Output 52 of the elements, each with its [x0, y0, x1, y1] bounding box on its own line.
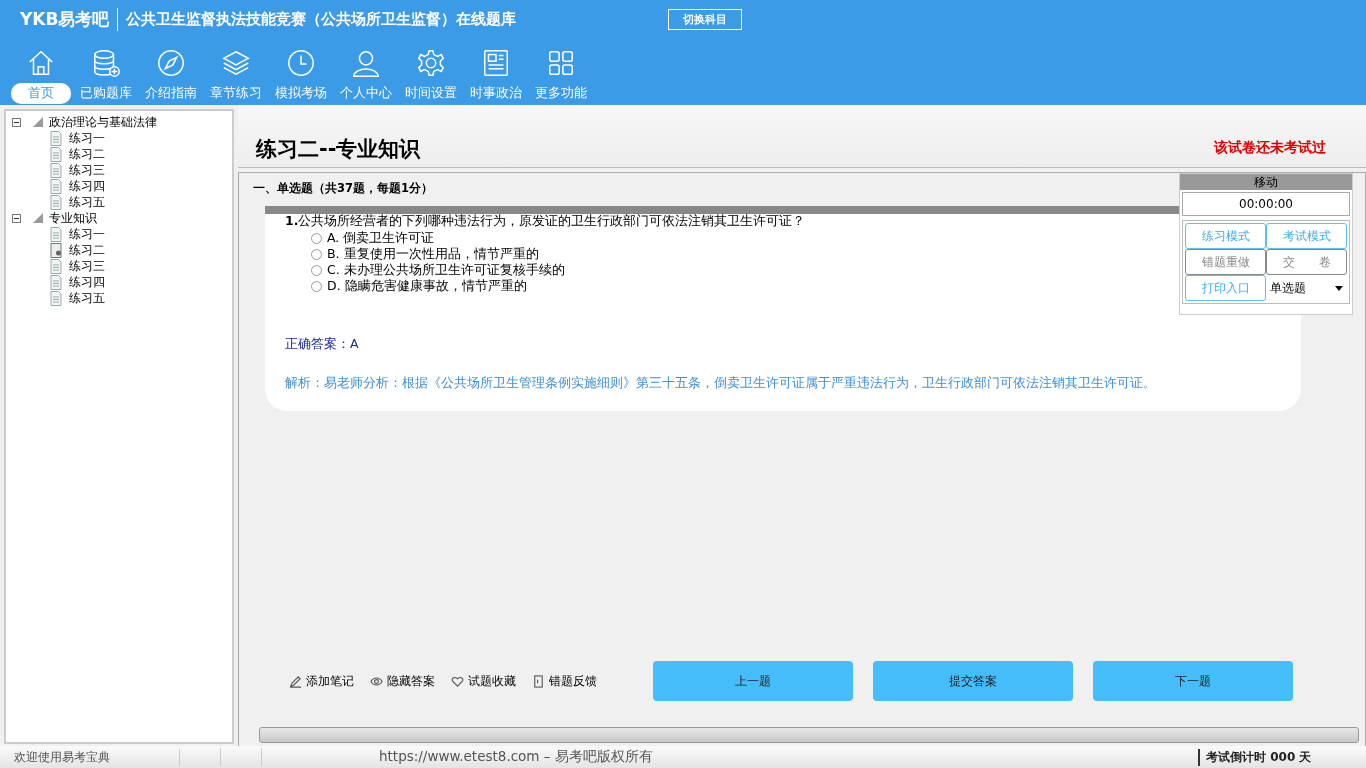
settings-icon[interactable] — [415, 48, 446, 78]
option-text[interactable]: B. 重复使用一次性用品，情节严重的 — [327, 245, 539, 263]
copyright-text: https://www.etest8.com – 易考吧版权所有 — [379, 748, 654, 766]
dropdown-caret-icon[interactable] — [1335, 285, 1343, 291]
option-text[interactable]: A. 倒卖卫生许可证 — [327, 229, 435, 247]
user-icon[interactable] — [350, 48, 381, 78]
layers-icon[interactable] — [220, 48, 251, 78]
triangle-icon — [33, 213, 43, 223]
correct-answer: 正确答案：A — [285, 336, 360, 353]
tree-item[interactable]: 专业知识 — [49, 209, 97, 227]
exam-status-text: 该试卷还未考试过 — [1214, 139, 1326, 157]
section-heading: 一、单选题（共37题，每题1分） — [253, 181, 433, 196]
heart-icon — [451, 674, 464, 688]
compass-icon[interactable] — [155, 48, 186, 78]
question-type-select[interactable]: 单选题 — [1266, 275, 1347, 301]
option-text[interactable]: C. 未办理公共场所卫生许可证复核手续的 — [327, 261, 565, 279]
tree-item[interactable]: 练习二 — [69, 241, 105, 259]
tree-item[interactable]: 练习三 — [69, 161, 105, 179]
countdown-text: 考试倒计时 000 天 — [1198, 748, 1366, 766]
triangle-icon — [33, 117, 43, 127]
horizontal-scrollbar[interactable] — [259, 727, 1359, 743]
nav-button[interactable]: 提交答案 — [873, 661, 1073, 701]
analysis-text: 解析：易老师分析：根据《公共场所卫生管理条例实施细则》第三十五条，倒卖卫生许可证属于严重违法行为，卫生行政部门可依法注销其卫生许可证。 — [285, 375, 1157, 390]
tree-item[interactable]: 练习三 — [69, 257, 105, 275]
collapse-icon[interactable] — [12, 213, 21, 223]
question-text: 1.公共场所经营者的下列哪种违法行为，原发证的卫生行政部门可依法注销其卫生许可证？ — [285, 213, 807, 230]
pencil-icon — [289, 674, 302, 688]
nav-button[interactable]: 上一题 — [653, 661, 853, 701]
welcome-text: 欢迎使用易考宝典 — [0, 748, 180, 766]
tool-link[interactable]: 错题反馈 — [549, 672, 597, 690]
eye-icon — [370, 674, 383, 688]
paper-title: 练习二--专业知识 — [256, 136, 421, 163]
collapse-icon[interactable] — [12, 117, 21, 127]
panel-move-handle[interactable]: 移动 — [1180, 174, 1352, 190]
clock-icon[interactable] — [285, 48, 316, 78]
tree-item[interactable]: 练习一 — [69, 225, 105, 243]
tool-link[interactable]: 试题收藏 — [468, 672, 516, 690]
tool-link[interactable]: 隐藏答案 — [387, 672, 435, 690]
app-logo: YKB易考吧 — [20, 7, 119, 31]
tree-item[interactable]: 练习五 — [69, 193, 105, 211]
tree-item[interactable]: 政治理论与基础法律 — [49, 113, 157, 131]
nav-button[interactable]: 下一题 — [1093, 661, 1293, 701]
tool-link[interactable]: 添加笔记 — [306, 672, 354, 690]
tree-item[interactable]: 练习一 — [69, 129, 105, 147]
tree-item[interactable]: 练习四 — [69, 273, 105, 291]
option-text[interactable]: D. 隐瞒危害健康事故，情节严重的 — [327, 277, 527, 295]
timer-display: 00:00:00 — [1182, 192, 1350, 216]
document-icon — [532, 674, 545, 688]
tree-item[interactable]: 练习二 — [69, 145, 105, 163]
tree-item[interactable]: 练习四 — [69, 177, 105, 195]
tree-item[interactable]: 练习五 — [69, 289, 105, 307]
app-title: 公共卫生监督执法技能竞赛（公共场所卫生监督）在线题库 — [126, 9, 518, 29]
